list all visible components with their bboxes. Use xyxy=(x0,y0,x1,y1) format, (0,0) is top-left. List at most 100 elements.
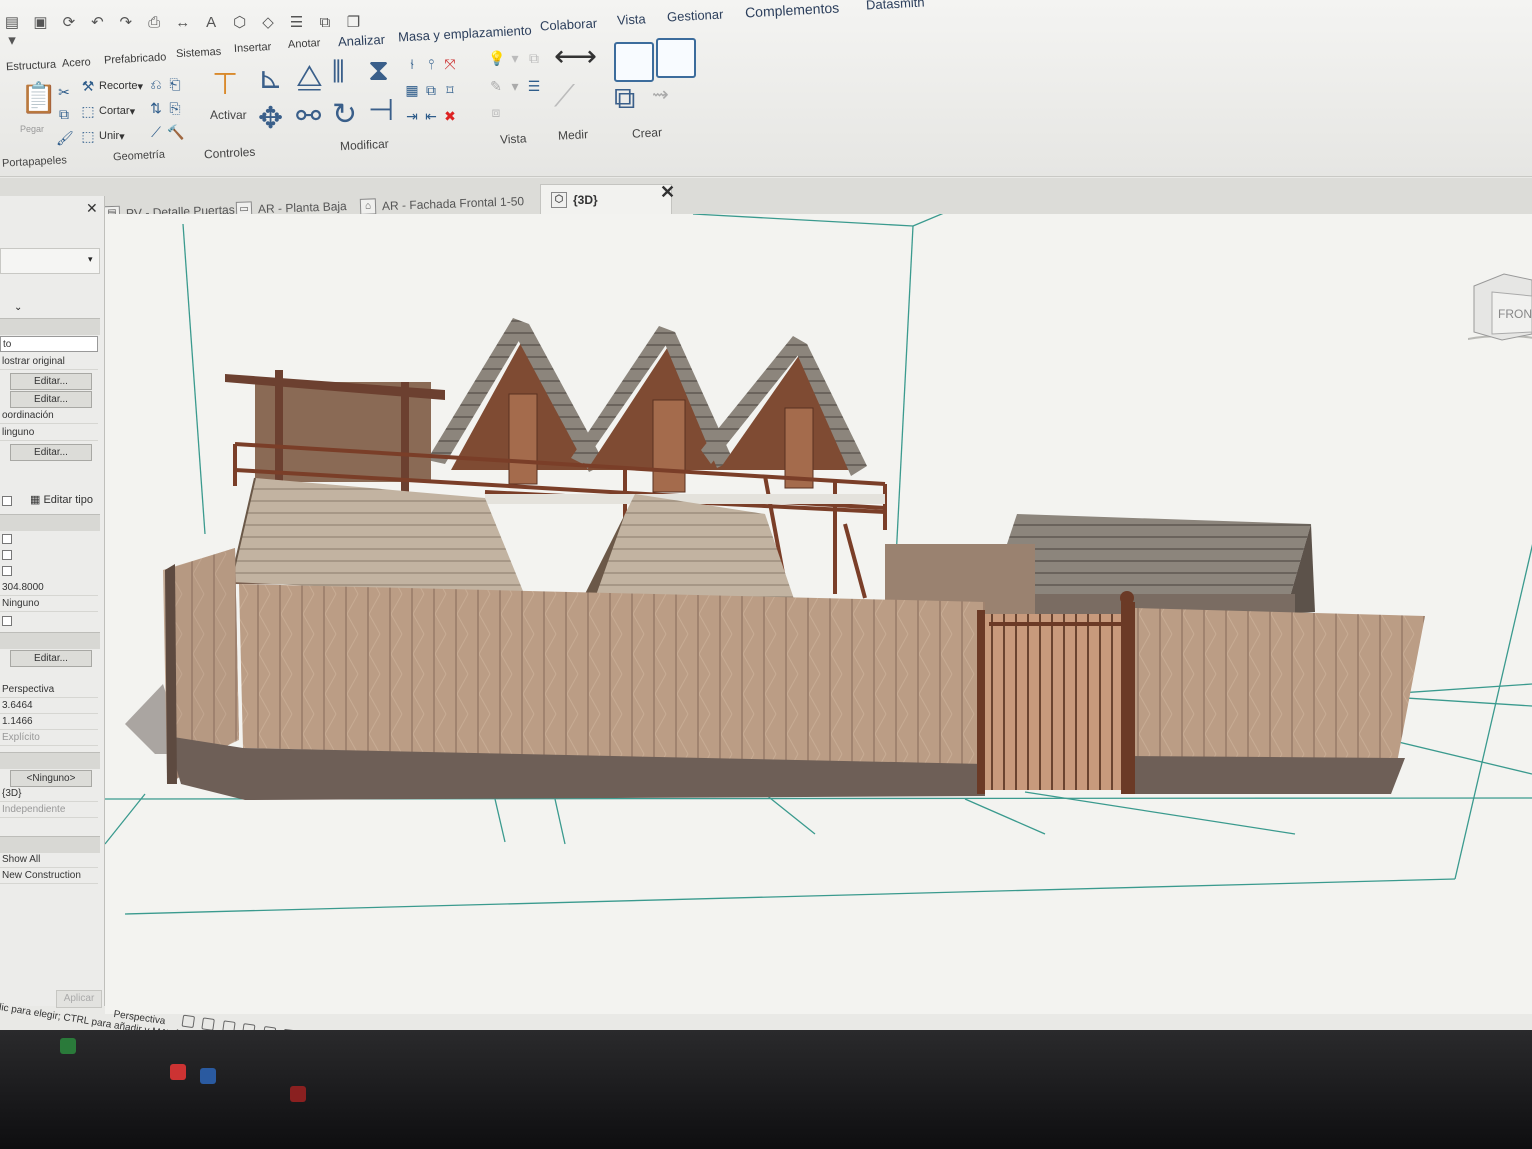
prop-value: Perspectiva xyxy=(0,682,98,698)
prop-value: Explícito xyxy=(0,730,98,746)
3d-model-render xyxy=(105,214,1532,915)
filter-chevron-icon[interactable]: ⌄ xyxy=(14,302,22,313)
windows-taskbar xyxy=(0,1030,1532,1149)
join-button[interactable]: ⬚ Unir ▾ xyxy=(80,128,124,144)
create-assembly-icon[interactable] xyxy=(614,42,654,82)
phase[interactable]: New Construction xyxy=(0,868,98,884)
modify-panel-label: Modificar xyxy=(339,136,390,154)
edit-button[interactable]: Editar... xyxy=(10,444,92,461)
properties-close-icon[interactable]: ✕ xyxy=(86,200,98,217)
prop-value[interactable]: to xyxy=(0,336,98,352)
cope-button[interactable]: ⚒ Recorte ▾ xyxy=(80,78,143,94)
tab-gestionar[interactable]: Gestionar xyxy=(667,7,724,25)
edit-button[interactable]: Editar... xyxy=(10,373,92,390)
checkbox[interactable] xyxy=(2,550,12,560)
tab-anotar[interactable]: Anotar xyxy=(288,37,321,51)
a-frame-cabin xyxy=(701,336,867,489)
paste-icon[interactable]: 📋 xyxy=(20,84,57,114)
copy-clip-icon[interactable]: ⧉ xyxy=(56,106,75,122)
trim-icon[interactable]: ⊣ xyxy=(368,96,394,126)
measure-panel-label: Medir xyxy=(557,127,589,143)
scale-icon[interactable]: ⇥ ⇤ ✖ xyxy=(404,108,461,124)
align-icon[interactable]: ⊾ xyxy=(258,64,283,94)
override-graphics-icon[interactable]: ✎ ▾ ☰ xyxy=(488,78,545,94)
mirror-axis-icon[interactable]: ⫴ xyxy=(332,58,345,88)
array-icon[interactable]: ▦ ⧉ ⌑ xyxy=(404,82,461,98)
hide-element-icon[interactable]: 💡 ▾ ⧉ xyxy=(488,50,545,66)
create-similar-icon[interactable]: ⇝ xyxy=(652,80,669,110)
autodesk-icon[interactable] xyxy=(170,1064,186,1080)
tab-datasmith[interactable]: Datasmith xyxy=(866,0,925,13)
dependency-button[interactable]: <Ninguno> xyxy=(10,770,92,787)
prop-value: Independiente xyxy=(0,802,98,818)
type-selector[interactable] xyxy=(0,248,100,274)
activate-label[interactable]: Activar xyxy=(210,108,247,122)
properties-section-header[interactable] xyxy=(0,752,100,769)
edit-button[interactable]: Editar... xyxy=(10,650,92,667)
edit-type-icon: ▦ xyxy=(30,494,44,506)
3d-view-canvas[interactable]: FRONT xyxy=(105,214,1532,1014)
3d-view-icon: ⬡ xyxy=(551,192,567,208)
paint-icon[interactable]: ⇅ ⎘ xyxy=(148,100,186,116)
geometry-panel-label: Geometría xyxy=(112,148,166,164)
detail-level-icon[interactable] xyxy=(181,1014,195,1029)
type-selector-chevron-icon[interactable]: ▾ xyxy=(88,254,93,265)
rotate-icon[interactable]: ↻ xyxy=(332,100,357,130)
cut-clip-icon[interactable]: ✂ xyxy=(56,84,75,100)
checkbox[interactable] xyxy=(2,616,12,626)
tab-estructura[interactable]: Estructura xyxy=(6,59,57,74)
apply-button[interactable]: Aplicar xyxy=(56,990,102,1008)
split-face-icon[interactable]: ⎌ ⎗ xyxy=(148,76,186,92)
create-group-icon[interactable]: ⧉ xyxy=(614,84,635,114)
tab-colaborar[interactable]: Colaborar xyxy=(540,16,598,34)
taskbar-app-icon[interactable] xyxy=(60,1038,76,1054)
dimension-icon[interactable]: ⟋ xyxy=(554,82,575,112)
close-tab-icon[interactable]: ✕ xyxy=(660,182,675,203)
checkbox[interactable] xyxy=(2,496,12,506)
tab-sistemas[interactable]: Sistemas xyxy=(176,46,222,60)
cope-icon: ⚒ xyxy=(81,78,95,94)
edit-type-button[interactable]: ▦ Editar tipo xyxy=(30,493,93,506)
paste-label: Pegar xyxy=(20,124,45,134)
measure-icon[interactable]: ⟷ xyxy=(554,42,597,72)
activate-controls-icon[interactable]: ⊤ xyxy=(212,70,238,100)
tab-complementos[interactable]: Complementos xyxy=(745,0,840,20)
properties-panel: ▾ ⌄ ▦ Editar tipo to lostrar original Ed… xyxy=(0,196,105,1006)
properties-section-header[interactable] xyxy=(0,514,100,531)
split-icon[interactable]: ⫮ ⫯ ⤧ xyxy=(404,56,461,72)
checkbox[interactable] xyxy=(2,534,12,544)
viewcube[interactable]: FRONT xyxy=(1445,270,1532,365)
prop-value: linguno xyxy=(0,425,98,441)
visual-style-icon[interactable] xyxy=(201,1017,216,1031)
entrance-gate[interactable] xyxy=(977,591,1135,794)
prop-value: 3.6464 xyxy=(0,698,98,714)
tab-analizar[interactable]: Analizar xyxy=(338,32,386,49)
match-type-icon[interactable]: 🖌 xyxy=(56,130,75,146)
edit-button[interactable]: Editar... xyxy=(10,391,92,408)
cut-geometry-button[interactable]: ⬚ Cortar ▾ xyxy=(80,103,135,119)
taskbar-app-icon[interactable] xyxy=(200,1068,216,1084)
prop-value: {3D} xyxy=(0,786,98,802)
copy-icon[interactable]: ⚯ xyxy=(296,102,321,132)
join-icon: ⬚ xyxy=(81,128,95,144)
light-roof-hut xyxy=(230,477,525,596)
properties-section-header[interactable] xyxy=(0,632,100,649)
offset-icon[interactable]: ⧋ xyxy=(296,62,323,92)
tab-insertar[interactable]: Insertar xyxy=(234,41,272,55)
demolish-icon[interactable]: ⟋ 🔨 xyxy=(148,124,186,140)
checkbox[interactable] xyxy=(2,566,12,576)
move-icon[interactable]: ✥ xyxy=(258,104,283,134)
tab-3d[interactable]: ⬡ {3D} xyxy=(540,184,672,215)
mirror-draw-icon[interactable]: ⧗ xyxy=(368,56,389,86)
properties-section-header[interactable] xyxy=(0,836,100,853)
create-parts-icon[interactable] xyxy=(656,38,696,78)
phase-filter[interactable]: Show All xyxy=(0,852,98,868)
tab-masa-y-emplazamiento[interactable]: Masa y emplazamiento xyxy=(398,23,532,45)
taskbar-app-icon[interactable] xyxy=(290,1086,306,1102)
linework-icon[interactable]: ⧈ xyxy=(488,104,507,120)
properties-section-header[interactable] xyxy=(0,318,100,335)
prop-value: oordinación xyxy=(0,408,98,424)
tab-vista[interactable]: Vista xyxy=(617,11,646,27)
tab-acero[interactable]: Acero xyxy=(62,56,91,69)
tab-prefabricado[interactable]: Prefabricado xyxy=(104,51,167,66)
